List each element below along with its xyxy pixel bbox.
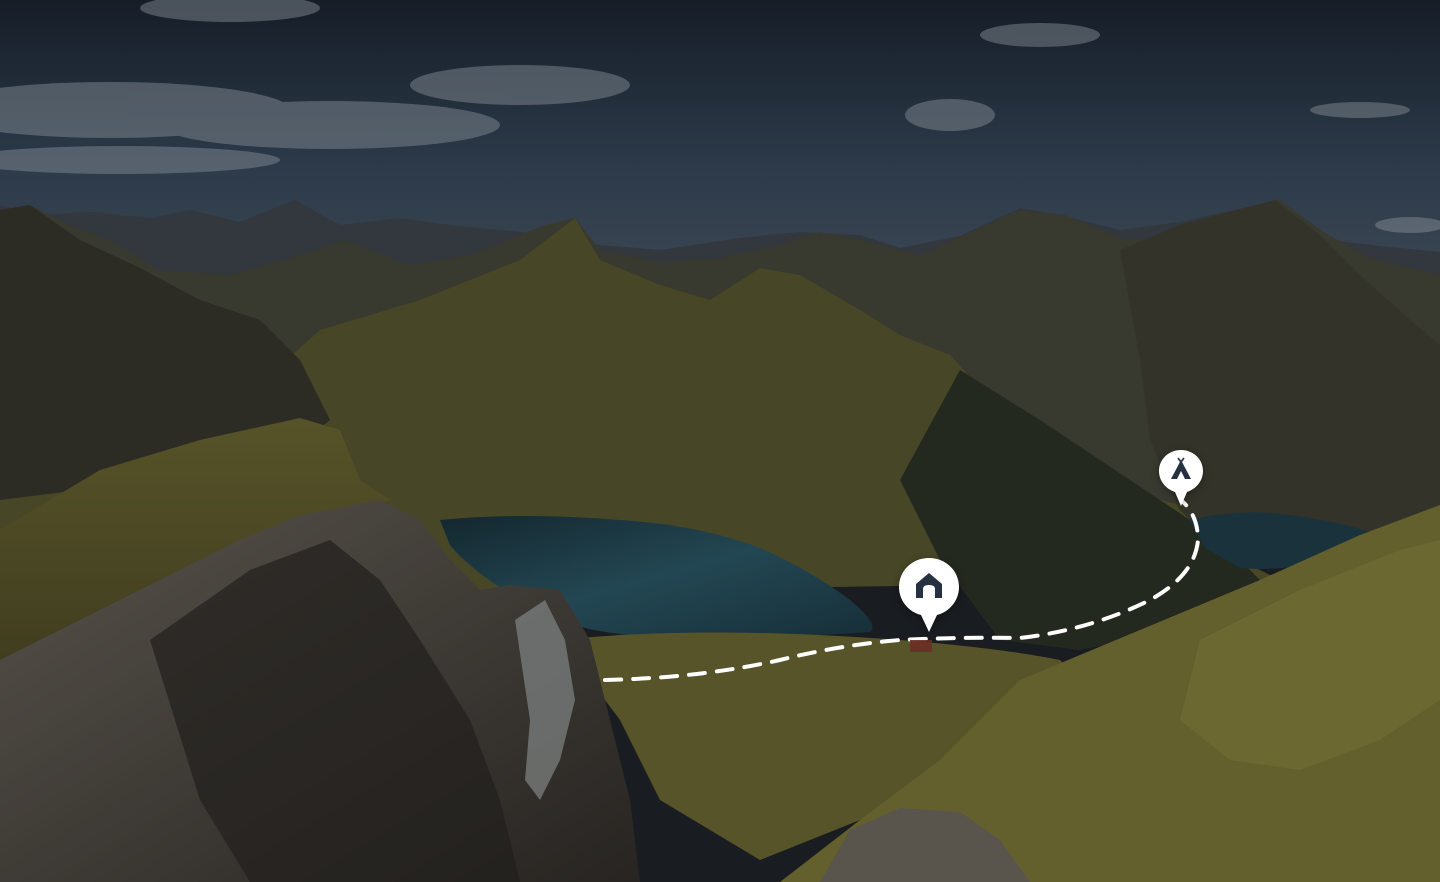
trail-overlay — [603, 498, 1201, 682]
map-pin — [1159, 450, 1203, 506]
map-pin — [899, 558, 959, 632]
mountain-landscape-scene — [0, 0, 1440, 882]
camp-marker[interactable] — [1157, 448, 1205, 508]
hut-building — [910, 640, 932, 652]
hut-marker[interactable] — [897, 556, 961, 634]
